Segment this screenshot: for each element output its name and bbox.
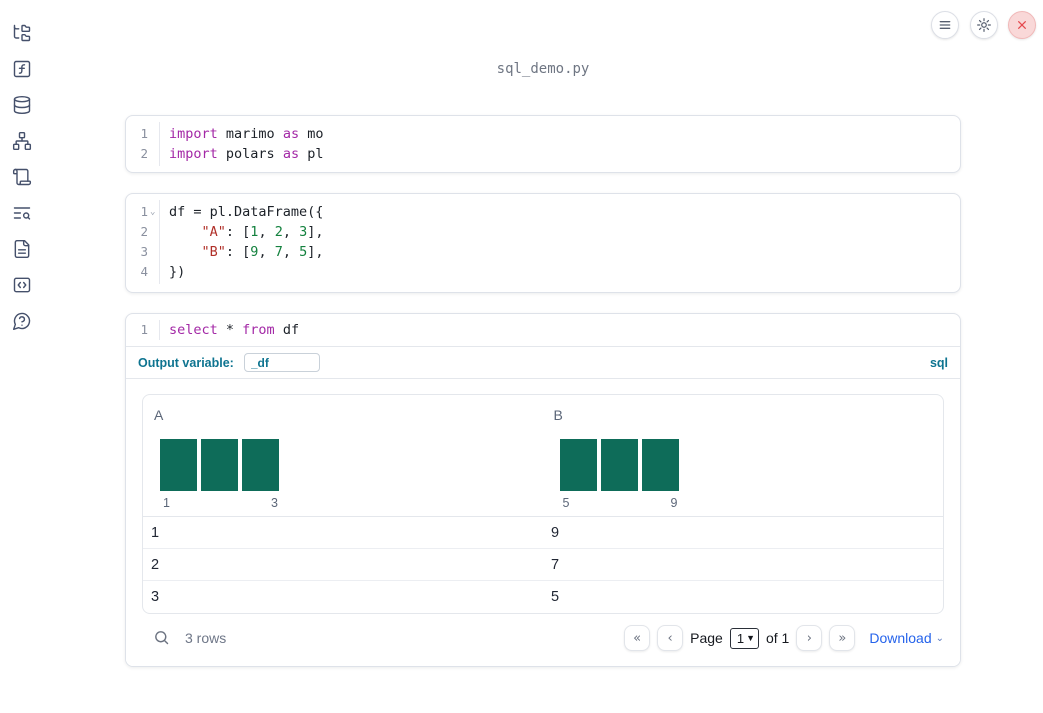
code-line: 2 import polars as pl [126,144,960,164]
code-line: 3 "B": [9, 7, 5], [126,242,960,262]
column-label: A [154,407,164,423]
page-total: of 1 [765,630,790,646]
help-bubble-icon[interactable] [12,311,32,331]
table-cell: 2 [151,556,160,573]
table-cell: 7 [551,556,560,573]
dataframe-cell[interactable]: 1 ⌄ df = pl.DataFrame({2 "A": [1, 2, 3], 3 … [125,193,961,293]
left-sidebar [0,0,44,713]
code-editor[interactable]: 1 select * from df [126,314,960,346]
page-select[interactable]: 1 ▼ [729,627,759,649]
histogram-bars [559,439,679,491]
table-footer: 3 rows « ‹ Page 1 ▼ of 1 › » Download ⌄ [142,617,944,659]
line-number: 1 [140,126,148,141]
code-line: 2 "A": [1, 2, 3], [126,222,960,242]
document-icon[interactable] [12,239,32,259]
code-line: 1 import marimo as mo [126,124,960,144]
code-line: 1 ⌄ df = pl.DataFrame({ [126,202,960,222]
table-cell: 5 [551,589,560,605]
line-number: 2 [140,146,148,161]
histogram-min-label: 5 [562,496,570,510]
histogram-bar [160,439,197,491]
output-variable-bar: Output variable: sql [126,347,960,379]
page-select-value: 1 [736,630,745,646]
first-page-button[interactable]: « [624,625,651,651]
page-label: Page [690,630,723,646]
text-search-icon[interactable] [12,203,32,223]
database-icon[interactable] [12,95,32,115]
table-cell: 3 [151,589,160,605]
table-row[interactable]: 35 [143,581,943,613]
histogram-max-label: 3 [271,496,278,510]
sql-output-area: A 1 3 B 5 9 1 9 2 7 3 5 3 rows « ‹ Page … [126,379,960,666]
dependency-graph-icon[interactable] [12,131,32,151]
line-number: 2 [140,224,148,239]
table-row[interactable]: 27 [143,549,943,581]
hamburger-menu-icon[interactable] [931,11,959,39]
histogram-bar [600,439,638,491]
histogram-min-label: 1 [163,496,170,510]
table-cell: 9 [551,524,560,541]
table-cell: 1 [151,524,160,541]
line-number: 3 [140,244,148,259]
histogram-bar [201,439,238,491]
marimo-app: sql_demo.py 1 import marimo as mo 2 import … [0,0,1043,713]
folder-tree-icon[interactable] [12,23,32,43]
line-number: 4 [140,264,148,279]
code-line: 4}) [126,262,960,282]
sql-code-row[interactable]: 1 select * from df [126,314,960,347]
download-label: Download [869,630,932,646]
column-header-b[interactable]: B 5 9 [543,395,944,516]
last-page-button[interactable]: » [829,625,856,651]
imports-cell[interactable]: 1 import marimo as mo 2 import polars as pl [125,115,961,173]
histogram-max-label: 9 [670,496,678,510]
dataframe-table: A 1 3 B 5 9 1 9 2 7 3 5 [142,394,944,614]
pagination: « ‹ Page 1 ▼ of 1 › » [624,625,856,651]
code-editor[interactable]: 1 ⌄ df = pl.DataFrame({2 "A": [1, 2, 3], 3 … [126,194,960,290]
code-snippets-icon[interactable] [12,275,32,295]
row-count: 3 rows [185,630,227,646]
output-variable-label: Output variable: [138,355,234,370]
histogram-bar [242,439,279,491]
next-page-button[interactable]: › [796,625,823,651]
function-square-icon[interactable] [12,59,32,79]
table-header: A 1 3 B 5 9 [143,395,943,517]
prev-page-button[interactable]: ‹ [657,625,684,651]
chevron-down-icon: ⌄ [935,632,944,644]
table-row[interactable]: 19 [143,517,943,549]
code-editor[interactable]: 1 import marimo as mo 2 import polars as pl [126,116,960,172]
histogram-bar [641,439,679,491]
gear-icon[interactable] [970,11,998,39]
column-label: B [553,407,563,423]
download-button[interactable]: Download ⌄ [869,630,944,646]
search-icon[interactable] [152,629,170,647]
code-line: 1 select * from df [126,320,960,340]
scroll-logs-icon[interactable] [12,167,32,187]
table-body: 192735 [143,517,943,613]
chevron-down-icon: ▼ [746,633,755,643]
sql-cell: 1select * from df Output variable: sql A [125,313,961,667]
column-header-a[interactable]: A 1 3 [143,395,543,516]
column-histogram: 5 9 [559,439,679,510]
line-number: 1 [140,322,148,337]
column-histogram: 1 3 [160,439,279,510]
histogram-bar [559,439,597,491]
notebook-filename: sql_demo.py [496,61,590,77]
language-badge: sql [929,355,948,370]
close-icon[interactable] [1008,11,1036,39]
output-variable-input[interactable] [243,353,320,372]
histogram-bars [160,439,279,491]
fold-chevron-icon[interactable]: ⌄ [150,202,155,222]
